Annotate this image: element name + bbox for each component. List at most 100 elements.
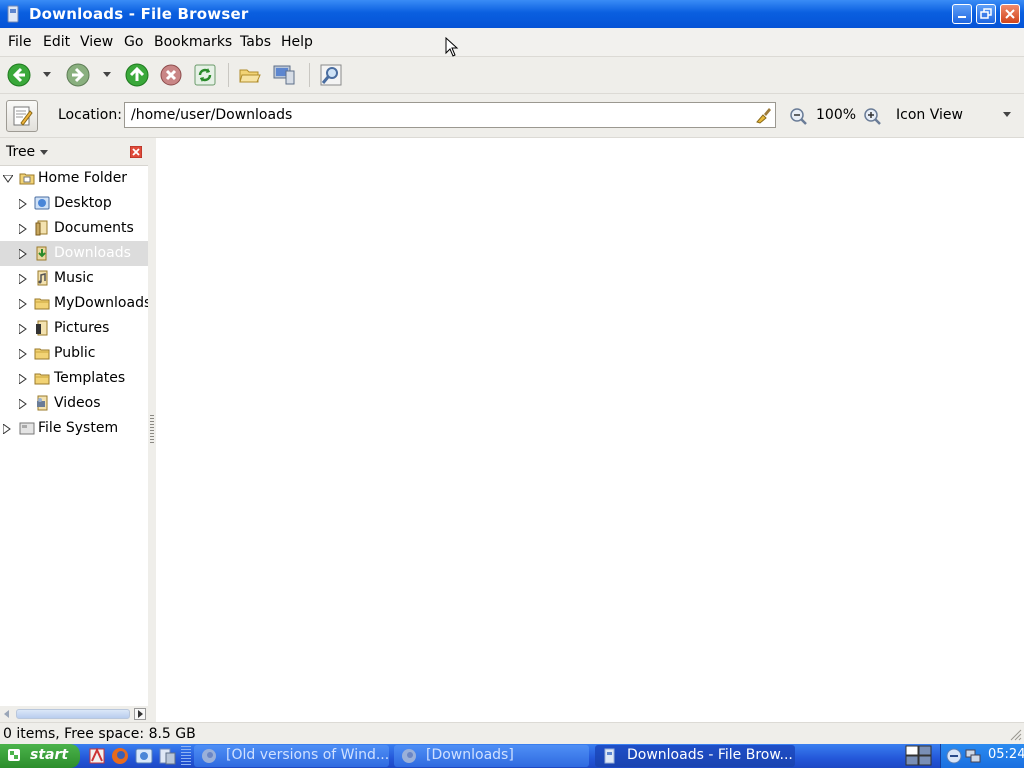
toggle-location-edit-button[interactable] — [6, 100, 38, 132]
forward-history-chevron-icon[interactable] — [103, 72, 111, 78]
up-icon[interactable] — [125, 63, 149, 87]
folder-icon — [34, 348, 50, 360]
tree-item-templates[interactable]: Templates — [0, 366, 148, 391]
tree-item-pictures[interactable]: Pictures — [0, 316, 148, 341]
collapsed-triangle-icon[interactable] — [3, 424, 11, 434]
file-manager-icon[interactable] — [158, 747, 176, 765]
menu-bar: File Edit View Go Bookmarks Tabs Help — [0, 28, 1024, 57]
collapsed-triangle-icon[interactable] — [19, 324, 27, 334]
maximize-button[interactable] — [976, 4, 996, 24]
task-old-versions-of-windows[interactable]: [Old versions of Wind... — [194, 745, 389, 767]
splitter-grip[interactable] — [150, 415, 154, 445]
scroll-right-icon[interactable] — [134, 708, 146, 720]
location-label: Location: — [58, 107, 122, 123]
tree-item-downloads[interactable]: Downloads — [0, 241, 148, 266]
view-mode-select[interactable]: Icon View — [896, 107, 963, 123]
window-title: Downloads - File Browser — [29, 5, 249, 23]
tree-item-mydownloads[interactable]: MyDownloads — [0, 291, 151, 316]
toolbar-separator — [309, 63, 310, 87]
collapsed-triangle-icon[interactable] — [19, 274, 27, 284]
sidebar-horizontal-scrollbar[interactable] — [0, 706, 148, 722]
volume-icon[interactable] — [946, 748, 962, 764]
folder-icon — [34, 373, 50, 385]
tree-label-public: Public — [54, 345, 96, 361]
sidebar-type-select[interactable]: Tree — [6, 144, 48, 160]
chevron-down-icon — [39, 150, 48, 155]
toolbar — [0, 57, 1024, 94]
start-label: start — [30, 747, 69, 763]
menu-bookmarks[interactable]: Bookmarks — [154, 34, 232, 50]
title-bar[interactable]: Downloads - File Browser — [0, 0, 1024, 28]
collapsed-triangle-icon[interactable] — [19, 224, 27, 234]
scroll-left-icon[interactable] — [2, 709, 12, 719]
open-folder-icon[interactable] — [238, 63, 262, 87]
back-history-chevron-icon[interactable] — [43, 72, 51, 78]
collapsed-triangle-icon[interactable] — [19, 299, 27, 309]
network-icon[interactable] — [965, 748, 981, 764]
quicklaunch-app-icon[interactable] — [88, 747, 106, 765]
tree-label-file-system: File System — [38, 420, 119, 436]
tree-item-desktop[interactable]: Desktop — [0, 191, 148, 216]
menu-file[interactable]: File — [8, 34, 31, 50]
search-icon[interactable] — [319, 63, 343, 87]
minimize-button[interactable] — [952, 4, 972, 24]
collapsed-triangle-icon[interactable] — [19, 399, 27, 409]
tree-item-documents[interactable]: Documents — [0, 216, 148, 241]
tree-label-pictures: Pictures — [54, 320, 110, 336]
tree-label-documents: Documents — [54, 220, 134, 236]
toolbar-separator — [228, 63, 229, 87]
start-button[interactable]: start — [0, 744, 80, 768]
home-folder-icon — [19, 173, 35, 185]
tree-label-desktop: Desktop — [54, 195, 112, 211]
close-button[interactable] — [1000, 4, 1020, 24]
collapsed-triangle-icon[interactable] — [19, 349, 27, 359]
tree-item-home-folder[interactable]: Home Folder — [0, 166, 148, 191]
tree-label-home-folder: Home Folder — [38, 170, 128, 186]
zoom-in-icon[interactable] — [862, 106, 882, 126]
tree-item-public[interactable]: Public — [0, 341, 148, 366]
zoom-level[interactable]: 100% — [816, 107, 856, 123]
firefox-icon — [402, 749, 416, 763]
reload-icon[interactable] — [193, 63, 217, 87]
taskbar: start [Old versions of Wind... [Download… — [0, 744, 1024, 768]
back-icon[interactable] — [7, 63, 31, 87]
workspace-switcher-icon[interactable] — [905, 745, 933, 767]
menu-help[interactable]: Help — [281, 34, 313, 50]
stop-icon[interactable] — [159, 63, 183, 87]
start-flag-icon — [8, 749, 20, 761]
task-downloads-minimized[interactable]: [Downloads] — [394, 745, 589, 767]
downloads-icon — [36, 246, 47, 261]
menu-view[interactable]: View — [80, 34, 113, 50]
collapsed-triangle-icon[interactable] — [19, 199, 27, 209]
tree-item-file-system[interactable]: File System — [0, 416, 148, 441]
sidebar-header: Tree — [0, 138, 148, 166]
tree-item-music[interactable]: Music — [0, 266, 148, 291]
scrollbar-thumb[interactable] — [16, 709, 130, 719]
music-icon — [37, 270, 48, 286]
chevron-down-icon[interactable] — [1002, 112, 1012, 118]
menu-tabs[interactable]: Tabs — [240, 34, 271, 50]
menu-go[interactable]: Go — [124, 34, 143, 50]
resize-grip-icon[interactable] — [1008, 727, 1022, 741]
firefox-icon[interactable] — [111, 747, 129, 765]
forward-icon[interactable] — [66, 63, 90, 87]
collapsed-triangle-icon[interactable] — [19, 374, 27, 384]
file-browser-app-icon — [7, 5, 19, 23]
computer-icon[interactable] — [272, 63, 296, 87]
expanded-triangle-icon[interactable] — [3, 175, 13, 183]
tree-item-videos[interactable]: Videos — [0, 391, 148, 416]
edit-location-icon — [13, 106, 33, 126]
file-browser-app-icon — [604, 748, 615, 764]
location-input[interactable]: /home/user/Downloads — [124, 102, 776, 128]
close-sidebar-icon[interactable] — [130, 146, 142, 158]
tree-label-templates: Templates — [54, 370, 126, 386]
clear-location-icon[interactable] — [754, 106, 772, 124]
browser-icon[interactable] — [135, 747, 153, 765]
sidebar: Tree Home Folder Desktop Documents Downl… — [0, 138, 151, 722]
collapsed-triangle-icon[interactable] — [19, 249, 27, 259]
zoom-out-icon[interactable] — [788, 106, 808, 126]
task-file-browser[interactable]: Downloads - File Brow... — [595, 745, 795, 767]
menu-edit[interactable]: Edit — [43, 34, 70, 50]
location-bar: Location: /home/user/Downloads 100% Icon… — [0, 94, 1024, 138]
file-view-area[interactable] — [156, 138, 1024, 722]
